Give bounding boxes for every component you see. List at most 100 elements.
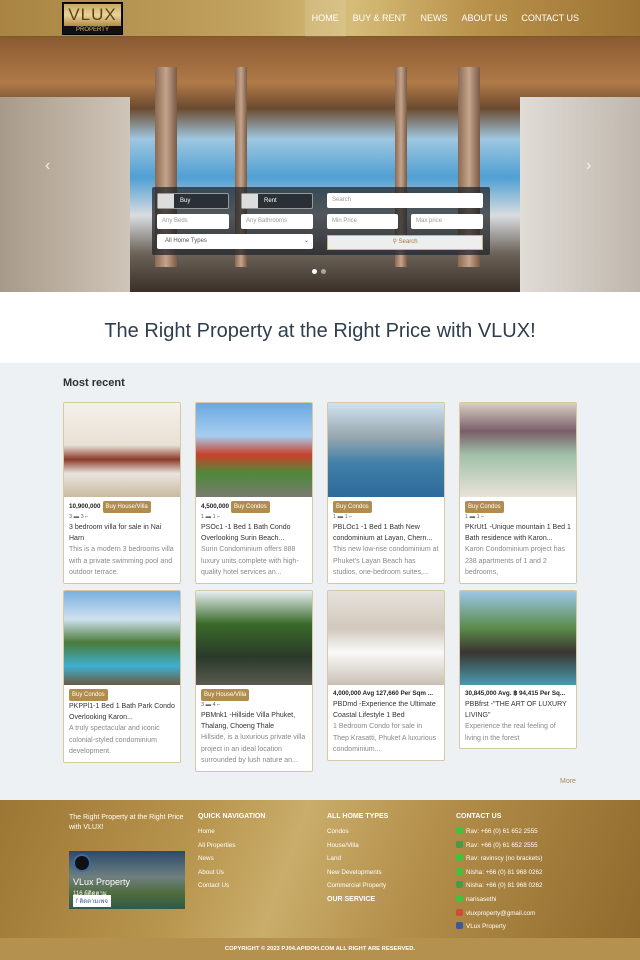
contact-item[interactable]: VLux Property	[456, 920, 543, 934]
contact-text: Rav: ravinscy (no brackets)	[466, 855, 543, 863]
logo[interactable]: VLUX PROPERTY	[62, 2, 123, 35]
property-description: Surin Condominium offers 888 luxury unit…	[201, 546, 299, 576]
property-title[interactable]: PKrUt1 -Unique mountain 1 Bed 1 Bath res…	[465, 522, 571, 544]
property-title[interactable]: PBDmd -Experience the Ultimate Coastal L…	[333, 699, 439, 721]
buy-toggle[interactable]: Buy	[157, 193, 229, 209]
property-image[interactable]	[64, 403, 180, 497]
contact-text: Nisha: +66 (0) 81 968 0262	[466, 868, 543, 876]
nav-buy-rent[interactable]: BUY & RENT	[346, 0, 414, 37]
search-button[interactable]: ⚲ Search	[327, 235, 483, 250]
footer-link-commercial[interactable]: Commercial Property	[327, 879, 388, 893]
carousel-dots	[312, 269, 326, 274]
property-title[interactable]: PKPPl1-1 Bed 1 Bath Park Condo Overlooki…	[69, 701, 175, 723]
contact-text: Rav: +66 (0) 61 652 2555	[466, 828, 538, 835]
category-badge[interactable]: Buy Condos	[231, 501, 270, 513]
property-card[interactable]: 4,500,000 Buy Condos 1 ▬ 1 ⌐ PSOc1 -1 Bed 1…	[195, 402, 313, 584]
contact-item[interactable]: Nisha: +66 (0) 81 968 0262	[456, 866, 543, 880]
property-image[interactable]	[196, 591, 312, 685]
bed-icon: ▬	[205, 514, 212, 520]
property-description: This is a modern 3 bedrooms villa with a…	[69, 546, 174, 576]
category-badge[interactable]: Buy House/Villa	[201, 689, 250, 701]
home-type-value: All Home Types	[165, 238, 207, 244]
property-card[interactable]: Buy House/Villa 3 ▬ 4 ⌐ PBMnk1 -Hillside V…	[195, 590, 313, 772]
fb-follow-button[interactable]: f ติดตามเพจ	[73, 895, 111, 907]
footer-link-land[interactable]: Land	[327, 852, 388, 866]
property-title[interactable]: PSOc1 -1 Bed 1 Bath Condo Overlooking Su…	[201, 522, 307, 544]
nav-about[interactable]: ABOUT US	[454, 0, 514, 37]
footer-link-house-villa[interactable]: House/Villa	[327, 839, 388, 853]
property-card[interactable]: Buy Condos 1 ▬ 1 ⌐ PKrUt1 -Unique mountain…	[459, 402, 577, 584]
property-image[interactable]	[460, 403, 576, 497]
facebook-page-widget[interactable]: VLux Property 116 ผู้ติดตาม f ติดตามเพจ	[69, 851, 185, 909]
footer-link-new-developments[interactable]: New Developments	[327, 866, 388, 880]
search-input[interactable]: Search	[327, 193, 483, 208]
property-image[interactable]	[328, 591, 444, 685]
contact-us: CONTACT US Rav: +66 (0) 61 652 2555 Rav: …	[456, 813, 543, 934]
min-price-input[interactable]: Min Price	[327, 214, 398, 229]
property-title[interactable]: PBMnk1 -Hillside Villa Phuket, Thalang, …	[201, 710, 307, 732]
beds-input[interactable]: Any Beds	[157, 214, 229, 229]
max-price-input[interactable]: Max price	[411, 214, 483, 229]
footer-link-condos[interactable]: Condos	[327, 825, 388, 839]
contact-item[interactable]: narisasethi	[456, 893, 543, 907]
category-badge[interactable]: Buy Condos	[333, 501, 372, 513]
price-row: 30,845,000 Avg. ฿ 94,415 Per Sq...	[465, 689, 571, 699]
next-slide-icon[interactable]: ›	[586, 157, 591, 175]
footer-tagline: The Right Property at the Right Price wi…	[69, 814, 184, 831]
footer-link-home[interactable]: Home	[198, 825, 265, 839]
footer-link-about[interactable]: About Us	[198, 866, 265, 880]
rent-label: Rent	[264, 198, 277, 204]
phone-icon	[456, 827, 463, 834]
bath-count: 3	[80, 514, 84, 520]
footer-link-all-properties[interactable]: All Properties	[198, 839, 265, 853]
contact-item[interactable]: Rav: +66 (0) 61 652 2555	[456, 825, 543, 839]
property-price: 4,000,000 Avg 127,660 Per Sqm ...	[333, 690, 433, 697]
property-card[interactable]: 30,845,000 Avg. ฿ 94,415 Per Sq... PBBfrs…	[459, 590, 577, 749]
contact-item[interactable]: vluxproperty@gmail.com	[456, 907, 543, 921]
property-card[interactable]: 4,000,000 Avg 127,660 Per Sqm ... PBDmd -…	[327, 590, 445, 761]
property-title[interactable]: PBBfrst -"THE ART OF LUXURY LIVING"	[465, 699, 571, 721]
contact-item[interactable]: Nisha: +66 (0) 81 968 0262	[456, 879, 543, 893]
facebook-icon	[456, 922, 463, 930]
baths-input[interactable]: Any Bathrooms	[241, 214, 313, 229]
prev-slide-icon[interactable]: ‹	[45, 157, 50, 175]
our-service-heading: OUR SERVICE	[327, 895, 376, 903]
bath-icon: ⌐	[481, 514, 485, 520]
nav-home[interactable]: HOME	[304, 0, 346, 37]
nav-contact[interactable]: CONTACT US	[514, 0, 586, 37]
home-type-select[interactable]: All Home Types ⌄	[157, 234, 313, 249]
property-image[interactable]	[328, 403, 444, 497]
property-image[interactable]	[460, 591, 576, 685]
footer-link-contact[interactable]: Contact Us	[198, 879, 265, 893]
category-badge[interactable]: Buy Condos	[465, 501, 504, 513]
contact-text: Nisha: +66 (0) 81 968 0262	[466, 882, 543, 890]
property-title[interactable]: 3 bedroom villa for sale in Nai Harn	[69, 522, 175, 544]
footer-link-news[interactable]: News	[198, 852, 265, 866]
quick-nav-heading: QUICK NAVIGATION	[198, 813, 266, 820]
contact-item[interactable]: Rav: ravinscy (no brackets)	[456, 852, 543, 866]
logo-sub: PROPERTY	[76, 27, 109, 33]
nav-news[interactable]: NEWS	[413, 0, 454, 37]
bed-count: 3	[201, 702, 205, 708]
bed-icon: ▬	[73, 514, 80, 520]
property-description: Hillside, is a luxurious private villa p…	[201, 734, 306, 764]
bed-bath-row: 1 ▬ 1 ⌐	[465, 513, 571, 522]
rent-toggle[interactable]: Rent	[241, 193, 313, 209]
more-link[interactable]: More	[560, 778, 576, 785]
property-image[interactable]	[196, 403, 312, 497]
property-card[interactable]: Buy Condos PKPPl1-1 Bed 1 Bath Park Condo…	[63, 590, 181, 763]
property-image[interactable]	[64, 591, 180, 685]
property-title[interactable]: PBLOc1 -1 Bed 1 Bath New condominium at …	[333, 522, 439, 544]
carousel-dot[interactable]	[312, 269, 317, 274]
category-badge[interactable]: Buy House/Villa	[102, 501, 151, 513]
carousel-dot[interactable]	[321, 269, 326, 274]
property-description: 1 Bedroom Condo for sale in Thep Krasatt…	[333, 723, 437, 753]
property-card[interactable]: 10,900,000 Buy House/Villa 3 ▬ 3 ⌐ 3 bedroo…	[63, 402, 181, 584]
contact-item[interactable]: Rav: +66 (0) 61 652 2555	[456, 839, 543, 853]
property-description: Karon Condominium project has 238 apartm…	[465, 546, 565, 576]
category-badge[interactable]: Buy Condos	[69, 689, 108, 701]
bed-bath-row: 3 ▬ 3 ⌐	[69, 513, 175, 522]
bed-bath-row: 1 ▬ 1 ⌐	[333, 513, 439, 522]
property-card[interactable]: Buy Condos 1 ▬ 1 ⌐ PBLOc1 -1 Bed 1 Bath Ne…	[327, 402, 445, 584]
property-description: Experience the real feeling of living in…	[465, 723, 556, 742]
